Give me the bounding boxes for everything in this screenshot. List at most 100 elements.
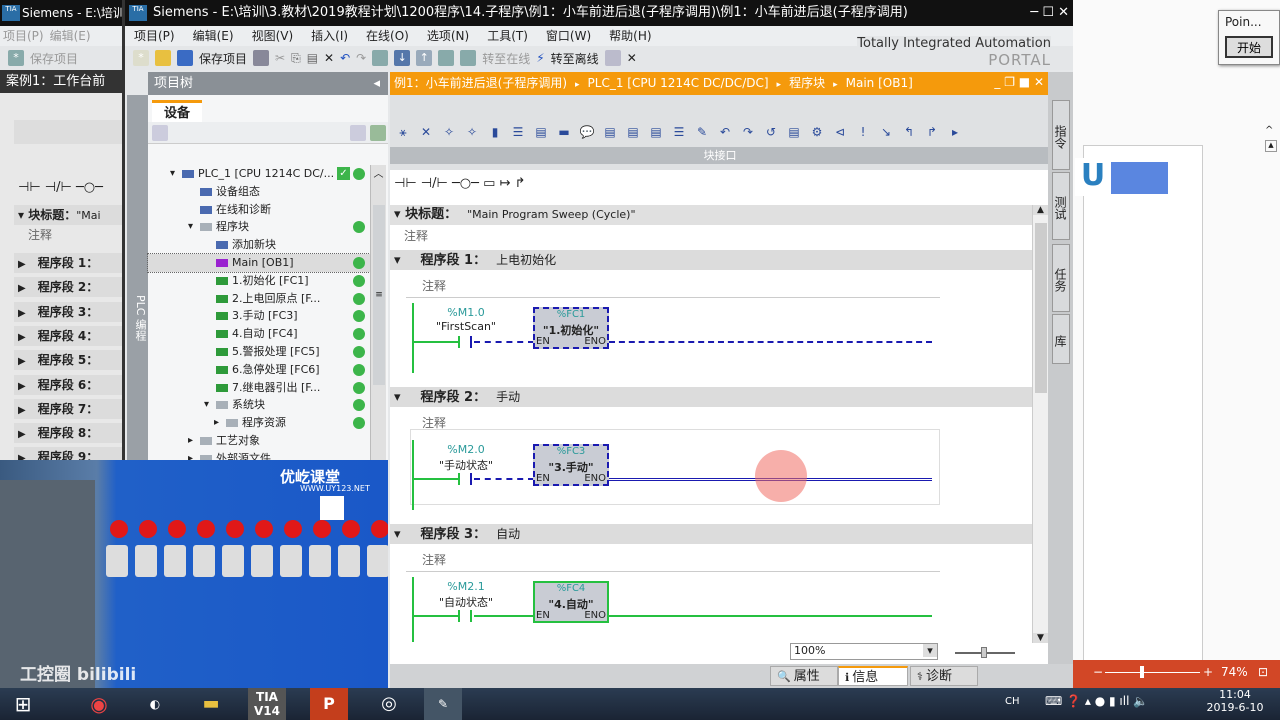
expand-icon[interactable]: ▶ [18, 259, 26, 270]
chrome-icon[interactable]: ◉ [80, 688, 118, 720]
editor-tool-icon[interactable]: ↷ [739, 125, 757, 143]
download-icon[interactable]: ↓ [394, 50, 411, 66]
tree-item[interactable]: ▸ 工艺对象 [148, 432, 378, 450]
menu-item[interactable]: 选项(N) [427, 29, 469, 43]
editor-tool-icon[interactable]: ↘ [877, 125, 895, 143]
editor-tool-icon[interactable]: ▸ [946, 125, 964, 143]
tree-toolbar-icon[interactable] [152, 125, 168, 141]
fc-call-box[interactable]: %FC3 "3.手动" EN ENO [533, 444, 609, 486]
editor-tool-icon[interactable]: ☰ [670, 125, 688, 143]
camera-icon[interactable]: ◎ [370, 688, 408, 720]
paint-icon[interactable]: ✎ [424, 688, 462, 720]
window-controls[interactable]: ─ ☐ ✕ [1024, 0, 1069, 26]
inspector-tab[interactable]: ⚕ 诊断 [910, 666, 978, 686]
tree-item[interactable]: ▸ 程序资源 [148, 414, 378, 432]
network-comment[interactable]: 注释 [422, 551, 446, 568]
clock-date[interactable]: 2019-6-10 [1205, 701, 1265, 714]
toggle-icon[interactable]: ▸ [214, 414, 219, 432]
zoom-in-icon[interactable]: + [1203, 660, 1213, 684]
menu-item[interactable]: 插入(I) [311, 29, 348, 43]
tree-item[interactable]: 6.急停处理 [FC6] [148, 361, 378, 379]
menu-item[interactable]: 工具(T) [487, 29, 528, 43]
expand-icon[interactable]: ▶ [18, 332, 26, 343]
toggle-icon[interactable]: ▾ [204, 396, 209, 414]
open-project-icon[interactable] [155, 50, 171, 66]
editor-tool-icon[interactable]: ⚹ [394, 125, 412, 143]
go-offline-button[interactable]: 转至离线 [551, 50, 599, 67]
editor-tool-icon[interactable]: ↶ [716, 125, 734, 143]
tree-item[interactable]: ▾ 程序块 [148, 218, 378, 236]
editor-tool-icon[interactable]: ↱ [923, 125, 941, 143]
save-project-button[interactable]: 保存项目 [199, 50, 247, 67]
bg-network-row[interactable]: ▶ 程序段 8： [14, 423, 122, 444]
editor-tool-icon[interactable]: ▮ [486, 125, 504, 143]
tree-item[interactable]: 在线和诊断 [148, 201, 378, 219]
network-title[interactable]: 自动 [496, 527, 520, 541]
editor-tool-icon[interactable]: ▤ [785, 125, 803, 143]
task-card-tab[interactable]: 测试 [1052, 172, 1070, 240]
bg-network-row[interactable]: ▶ 程序段 3： [14, 301, 122, 322]
refresh-icon[interactable] [370, 125, 386, 141]
compile-icon[interactable] [372, 50, 389, 66]
close-online-icon[interactable]: ✕ [627, 51, 637, 65]
zoom-slider[interactable] [955, 647, 1015, 658]
accessible-devices-icon[interactable] [604, 50, 621, 66]
no-contact[interactable] [458, 610, 472, 622]
block-interface-bar[interactable]: 块接口 [390, 147, 1050, 164]
input-language[interactable]: CH [1005, 696, 1020, 707]
toggle-icon[interactable]: ▾ [170, 165, 175, 183]
simulation-icon[interactable] [438, 50, 455, 66]
tree-item[interactable]: ▾ PLC_1 [CPU 1214C DC/... ✓ [148, 165, 378, 183]
network-header[interactable]: ▾ 程序段 3： 自动 [390, 524, 1034, 544]
stop-simulation-icon[interactable] [460, 50, 477, 66]
upload-icon[interactable]: ↑ [416, 50, 433, 66]
expand-icon[interactable]: ▶ [18, 381, 26, 392]
contact-address[interactable]: %M2.1 [426, 580, 506, 593]
view-icon[interactable] [350, 125, 366, 141]
block-title[interactable]: "Main Program Sweep (Cycle)" [467, 208, 635, 221]
menu-item[interactable]: 编辑(E) [193, 29, 234, 43]
bg-network-row[interactable]: ▶ 程序段 2： [14, 277, 122, 298]
zoom-out-icon[interactable]: − [1093, 660, 1103, 684]
network-title[interactable]: 手动 [496, 390, 520, 404]
editor-tool-icon[interactable]: ▤ [647, 125, 665, 143]
tree-item[interactable]: 添加新块 [148, 236, 378, 254]
fit-window-icon[interactable]: ⊡ [1258, 660, 1268, 684]
tree-item[interactable]: 5.警报处理 [FC5] [148, 343, 378, 361]
paste-icon[interactable]: ▤ [307, 51, 318, 65]
contact-tag[interactable]: "自动状态" [426, 594, 506, 610]
editor-tool-icon[interactable]: ↺ [762, 125, 780, 143]
collapse-icon[interactable]: ◂ [373, 72, 380, 95]
no-contact[interactable] [458, 336, 472, 348]
bg-menu-project[interactable]: 项目(P) [3, 29, 44, 43]
zoom-select[interactable]: 100% ▾ [790, 643, 938, 660]
tab-devices[interactable]: 设备 [152, 100, 203, 122]
scroll-up-button[interactable]: ▲ [1265, 140, 1277, 152]
bg-network-row[interactable]: ▶ 程序段 6： [14, 374, 122, 395]
expand-icon[interactable]: ▶ [18, 308, 26, 319]
network-header[interactable]: ▾ 程序段 1： 上电初始化 [390, 250, 1034, 270]
fc-call-box[interactable]: %FC4 "4.自动" EN ENO [533, 581, 609, 623]
breadcrumb-item[interactable]: 程序块 [789, 76, 825, 90]
editor-tool-icon[interactable]: ! [854, 125, 872, 143]
tree-item[interactable]: 7.继电器引出 [F... [148, 379, 378, 397]
copy-icon[interactable]: ⎘ [291, 51, 301, 66]
new-icon[interactable]: * [8, 50, 24, 66]
print-icon[interactable] [253, 50, 270, 66]
editor-tool-icon[interactable]: ✧ [440, 125, 458, 143]
tree-item[interactable]: 4.自动 [FC4] [148, 325, 378, 343]
bg-menu-edit[interactable]: 编辑(E) [50, 29, 91, 43]
taskbar-app[interactable]: ◐ [136, 688, 174, 720]
tree-item[interactable]: 1.初始化 [FC1] [148, 272, 378, 290]
clock-time[interactable]: 11:04 [1205, 688, 1265, 701]
lad-favorites[interactable]: ⊣⊢ ⊣/⊢ ─○─ ▭ ↦ ↱ [394, 176, 525, 191]
taskbar-tia[interactable]: TIA V14 [248, 688, 286, 720]
task-card-tab[interactable]: 库 [1052, 314, 1070, 364]
cut-icon[interactable]: ✂ [275, 51, 285, 65]
editor-tool-icon[interactable]: ▤ [532, 125, 550, 143]
expand-icon[interactable]: ▾ [394, 207, 401, 222]
inspector-tab[interactable]: 🔍 属性 [770, 666, 838, 686]
breadcrumb-item[interactable]: 例1：小车前进后退(子程序调用) [394, 76, 567, 90]
start-menu-button[interactable]: ⊞ [4, 688, 42, 720]
undo-icon[interactable]: ↶ [340, 51, 350, 65]
